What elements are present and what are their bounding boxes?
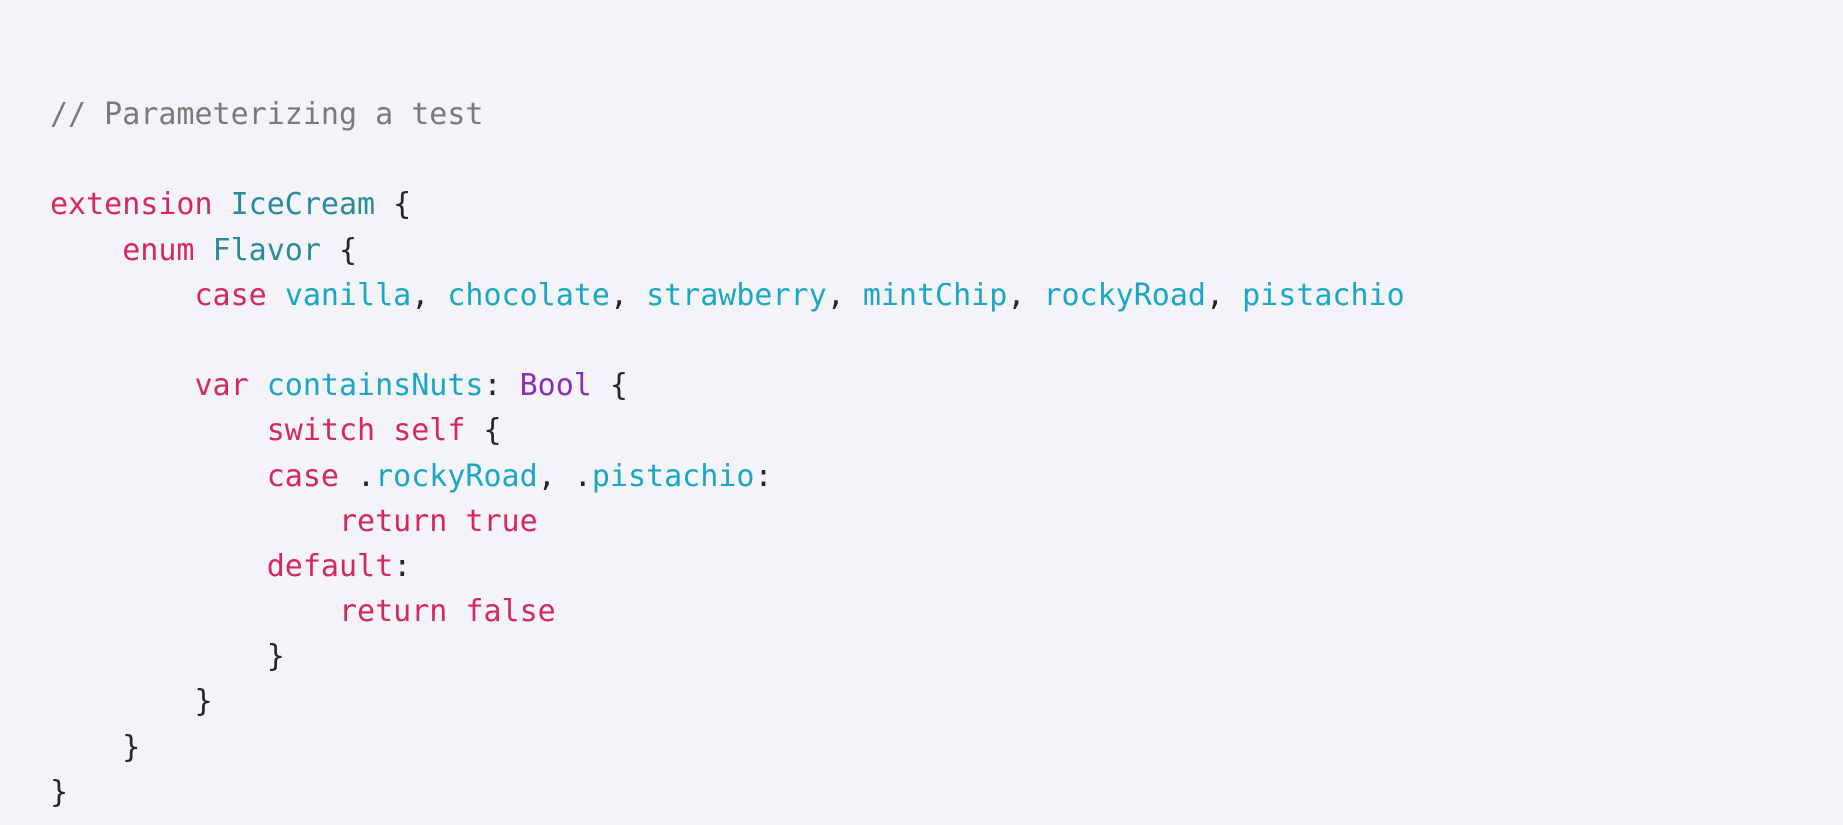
code-token-keyword: switch [266,413,376,449]
code-line: enum Flavor { [50,228,1843,273]
code-token-plain: : [483,368,520,404]
code-line: switch self { [50,408,1843,453]
code-token-keyword: return [338,503,448,539]
code-token-plain: } [50,729,141,765]
code-snippet: // Parameterizing a test​extension IceCr… [0,0,1843,825]
code-token-plain: : [393,548,412,584]
code-token-plain: } [50,684,213,720]
code-token-ident: vanilla [284,277,412,313]
code-line: var containsNuts: Bool { [50,363,1843,408]
code-token-keyword: case [266,458,339,494]
code-line: return true [50,499,1843,544]
code-line: extension IceCream { [50,182,1843,227]
code-line: } [50,770,1843,815]
code-token-plain: , [1007,277,1044,313]
code-line: } [50,679,1843,724]
code-token-builtin: Bool [519,368,592,404]
code-token-plain: } [50,774,69,810]
code-token-plain: , [1206,277,1243,313]
code-token-ident: rockyRoad [1043,277,1206,313]
code-token-plain: . [339,458,376,494]
code-token-plain: , . [537,458,592,494]
code-token-plain: { [591,368,628,404]
code-token-keyword: false [465,594,556,630]
code-token-keyword: self [393,413,466,449]
code-token-keyword: default [266,548,394,584]
code-line: case .rockyRoad, .pistachio: [50,454,1843,499]
code-token-ident: rockyRoad [375,458,538,494]
code-token-ident: strawberry [646,277,827,313]
code-token-ident: containsNuts [266,368,484,404]
code-token-plain: , [609,277,647,313]
code-token-ident: pistachio [591,458,755,494]
code-token-comment: // Parameterizing a test [50,97,484,132]
code-token-keyword: case [194,277,267,313]
code-line: case vanilla, chocolate, strawberry, min… [50,273,1843,318]
code-line: return false [50,589,1843,634]
code-line: } [50,634,1843,679]
code-token-keyword: return [338,594,448,630]
code-token-ident: pistachio [1242,277,1405,313]
code-token-ident: mintChip [862,277,1008,313]
code-token-plain: , [826,277,863,313]
code-token-plain: , [411,277,448,313]
code-line: } [50,725,1843,770]
code-line: // Parameterizing a test [50,92,1843,137]
code-token-plain: { [375,187,412,223]
code-token-keyword: true [465,503,538,539]
code-line: ​ [50,318,1843,363]
code-token-keyword: extension [50,187,213,223]
code-token-keyword: var [194,368,249,404]
code-token-plain: { [465,413,502,449]
code-token-plain: } [50,639,285,675]
code-token-plain: { [320,232,358,268]
code-token-type: Flavor [212,232,321,268]
code-token-type: IceCream [230,187,376,223]
code-line: default: [50,544,1843,589]
code-token-plain: : [754,458,773,494]
code-line: ​ [50,137,1843,182]
code-token-keyword: enum [122,232,195,268]
code-token-ident: chocolate [447,277,610,313]
